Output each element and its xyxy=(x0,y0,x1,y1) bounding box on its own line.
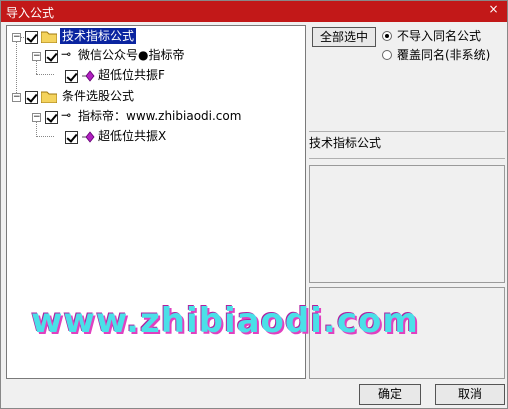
cancel-button[interactable]: 取消 xyxy=(435,384,505,405)
radio-no-import-duplicate[interactable]: 不导入同名公式 xyxy=(382,27,481,44)
title-bar: 导入公式 × xyxy=(1,1,507,22)
tree-node-leaf-f[interactable]: 超低位共振F xyxy=(7,67,305,85)
tree-node-leaf-x[interactable]: 超低位共振X xyxy=(7,128,305,146)
checkbox-technical[interactable] xyxy=(25,31,38,44)
divider xyxy=(309,158,505,159)
tree-node-zhibiaodi[interactable]: − ⊸ 指标帝：www.zhibiaodi.com xyxy=(7,108,305,126)
window-title: 导入公式 xyxy=(6,6,55,20)
watermark-text: www.zhibiaodi.com xyxy=(31,301,419,341)
collapse-icon[interactable]: − xyxy=(12,93,21,102)
folder-icon xyxy=(41,31,57,43)
ok-button[interactable]: 确定 xyxy=(359,384,421,405)
tree-label: 技术指标公式 xyxy=(60,28,137,44)
category-label: 技术指标公式 xyxy=(309,136,382,150)
tree-label: 微信公众号●指标帝 xyxy=(78,48,185,62)
tree-label: 超低位共振X xyxy=(98,129,167,143)
checkbox-zhibiaodi[interactable] xyxy=(45,111,58,124)
select-all-button[interactable]: 全部选中 xyxy=(312,27,376,47)
key-icon: ⊸ xyxy=(61,108,72,122)
radio-selected-icon[interactable] xyxy=(382,31,392,41)
tree-label: 条件选股公式 xyxy=(62,89,135,103)
checkbox-screening[interactable] xyxy=(25,91,38,104)
tree-label: 超低位共振F xyxy=(98,68,165,82)
formula-icon xyxy=(82,131,95,143)
checkbox-leaf-f[interactable] xyxy=(65,70,78,83)
divider xyxy=(309,131,505,132)
collapse-icon[interactable]: − xyxy=(32,113,41,122)
checkbox-wechat[interactable] xyxy=(45,50,58,63)
collapse-icon[interactable]: − xyxy=(12,33,21,42)
radio-label: 不导入同名公式 xyxy=(397,29,482,43)
tree-label: 指标帝：www.zhibiaodi.com xyxy=(78,109,242,123)
radio-overwrite-duplicate[interactable]: 覆盖同名(非系统) xyxy=(382,46,490,63)
tree-node-wechat[interactable]: − ⊸ 微信公众号●指标帝 xyxy=(7,47,305,65)
key-icon: ⊸ xyxy=(61,47,72,61)
radio-unselected-icon[interactable] xyxy=(382,50,392,60)
description-panel xyxy=(309,165,505,283)
formula-icon xyxy=(82,70,95,82)
checkbox-leaf-x[interactable] xyxy=(65,131,78,144)
tree-node-screening[interactable]: − 条件选股公式 xyxy=(7,88,305,106)
collapse-icon[interactable]: − xyxy=(32,52,41,61)
tree-node-technical[interactable]: − 技术指标公式 xyxy=(7,28,305,46)
radio-label: 覆盖同名(非系统) xyxy=(397,48,491,62)
close-icon[interactable]: × xyxy=(486,2,501,17)
import-formula-dialog: 导入公式 × − 技术指标公式 − ⊸ 微信公众号●指标帝 超低位共振F − 条… xyxy=(0,0,508,409)
folder-icon xyxy=(41,91,57,103)
